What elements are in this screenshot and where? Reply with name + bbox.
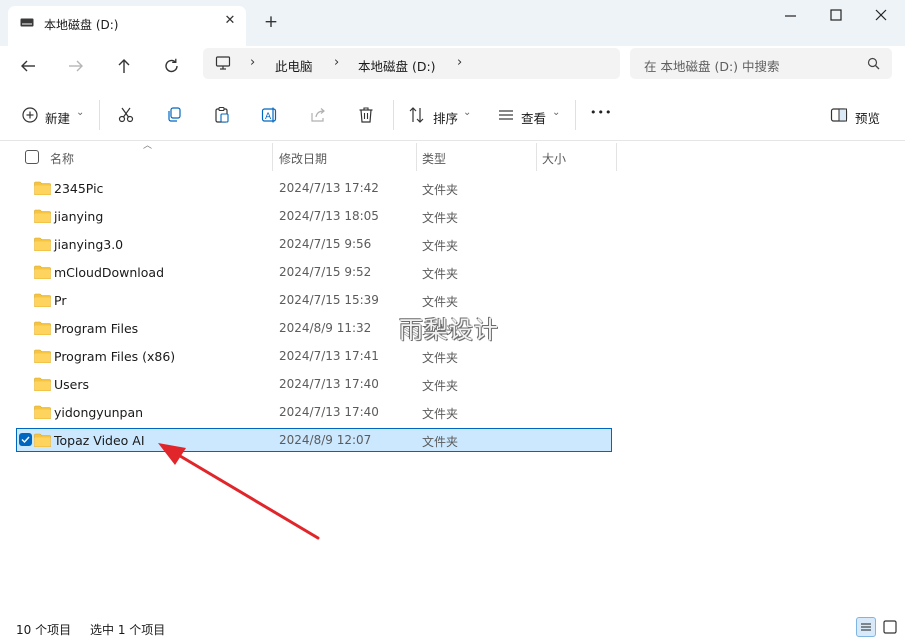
new-plus-icon[interactable]: [21, 106, 39, 124]
file-date: 2024/7/15 9:56: [279, 237, 372, 251]
file-type: 文件夹: [422, 211, 459, 225]
folder-icon: [34, 293, 51, 307]
file-name: 2345Pic: [54, 181, 104, 196]
breadcrumb-drive-d[interactable]: 本地磁盘 (D:): [358, 56, 436, 75]
new-button[interactable]: 新建: [45, 108, 70, 127]
view-icon[interactable]: [497, 106, 515, 124]
sort-icon[interactable]: [408, 106, 426, 124]
maximize-icon[interactable]: [822, 6, 850, 26]
drive-icon: [20, 18, 34, 27]
file-type: 文件夹: [422, 407, 459, 421]
chevron-down-icon[interactable]: ⌄: [552, 107, 560, 118]
file-type: 文件夹: [422, 267, 459, 281]
forward-arrow-icon[interactable]: [64, 56, 88, 76]
column-type[interactable]: 类型: [422, 150, 446, 167]
file-name: Program Files (x86): [54, 349, 176, 364]
column-divider[interactable]: [416, 143, 417, 171]
toolbar-divider: [575, 100, 576, 130]
status-selected-count: 选中 1 个项目: [90, 623, 166, 637]
folder-icon: [34, 237, 51, 251]
new-tab-icon[interactable]: +: [262, 13, 280, 31]
computer-icon[interactable]: [215, 55, 231, 71]
cut-icon[interactable]: [117, 106, 135, 124]
file-type: 文件夹: [422, 183, 459, 197]
chevron-right-icon[interactable]: ›: [250, 55, 255, 70]
folder-icon: [34, 349, 51, 363]
status-item-count: 10 个项目: [16, 623, 72, 637]
file-date: 2024/7/15 15:39: [279, 293, 379, 307]
column-header: [0, 142, 905, 171]
file-type: 文件夹: [422, 295, 459, 309]
column-divider[interactable]: [272, 143, 273, 171]
column-divider[interactable]: [616, 143, 617, 171]
rename-icon[interactable]: A: [261, 106, 279, 124]
refresh-icon[interactable]: [160, 56, 184, 76]
column-divider[interactable]: [536, 143, 537, 171]
minimize-icon[interactable]: [777, 6, 805, 26]
chevron-right-icon[interactable]: ›: [457, 55, 462, 70]
share-icon[interactable]: [309, 106, 327, 124]
file-name: Program Files: [54, 321, 139, 336]
folder-icon: [34, 433, 51, 447]
file-date: 2024/8/9 11:32: [279, 321, 372, 335]
close-window-icon[interactable]: [867, 6, 895, 26]
more-options-icon[interactable]: •••: [590, 106, 612, 119]
row-checkbox-checked[interactable]: [19, 433, 32, 446]
sort-ascending-icon: ︿: [143, 141, 153, 151]
column-size[interactable]: 大小: [542, 150, 566, 167]
file-name: yidongyunpan: [54, 405, 144, 420]
file-date: 2024/7/13 17:40: [279, 377, 379, 391]
chevron-right-icon[interactable]: ›: [334, 55, 339, 70]
file-date: 2024/7/13 18:05: [279, 209, 379, 223]
search-placeholder: 在 本地磁盘 (D:) 中搜索: [644, 59, 780, 74]
preview-pane-icon[interactable]: [830, 106, 848, 124]
up-arrow-icon[interactable]: [112, 56, 136, 76]
watermark: 雨梨设计: [399, 316, 499, 344]
copy-icon[interactable]: [165, 106, 183, 124]
column-name[interactable]: 名称: [50, 150, 74, 167]
paste-icon[interactable]: [213, 106, 231, 124]
folder-icon: [34, 321, 51, 335]
file-date: 2024/7/13 17:41: [279, 349, 379, 363]
file-type: 文件夹: [422, 351, 459, 365]
folder-icon: [34, 209, 51, 223]
file-type: 文件夹: [422, 239, 459, 253]
folder-icon: [34, 181, 51, 195]
search-icon[interactable]: [866, 56, 882, 72]
file-name: mCloudDownload: [54, 265, 165, 280]
folder-icon: [34, 405, 51, 419]
details-view-icon[interactable]: [856, 617, 876, 637]
file-name: Pr: [54, 293, 67, 308]
breadcrumb-this-pc[interactable]: 此电脑: [275, 56, 313, 75]
folder-icon: [34, 265, 51, 279]
file-name: jianying: [54, 209, 104, 224]
file-name: Users: [54, 377, 90, 392]
close-tab-icon[interactable]: ✕: [222, 13, 238, 29]
select-all-checkbox[interactable]: [25, 150, 39, 164]
file-date: 2024/7/13 17:40: [279, 405, 379, 419]
folder-icon: [34, 377, 51, 391]
tab-title: 本地磁盘 (D:): [44, 18, 119, 32]
delete-icon[interactable]: [357, 106, 375, 124]
chevron-down-icon[interactable]: ⌄: [76, 107, 84, 118]
file-type: 文件夹: [422, 435, 459, 449]
view-button[interactable]: 查看: [521, 108, 546, 127]
file-type: 文件夹: [422, 379, 459, 393]
svg-text:A: A: [265, 112, 272, 122]
toolbar-divider: [393, 100, 394, 130]
back-arrow-icon[interactable]: [16, 56, 40, 76]
toolbar-divider: [99, 100, 100, 130]
chevron-down-icon[interactable]: ⌄: [463, 107, 471, 118]
sort-button[interactable]: 排序: [433, 108, 458, 127]
file-name: jianying3.0: [54, 237, 124, 252]
file-date: 2024/7/13 17:42: [279, 181, 379, 195]
file-date: 2024/7/15 9:52: [279, 265, 372, 279]
large-icons-view-icon[interactable]: [880, 617, 900, 637]
preview-button[interactable]: 预览: [855, 108, 880, 127]
annotation-arrow-icon: [158, 443, 320, 540]
file-name: Topaz Video AI: [54, 433, 145, 448]
column-date[interactable]: 修改日期: [279, 150, 327, 167]
